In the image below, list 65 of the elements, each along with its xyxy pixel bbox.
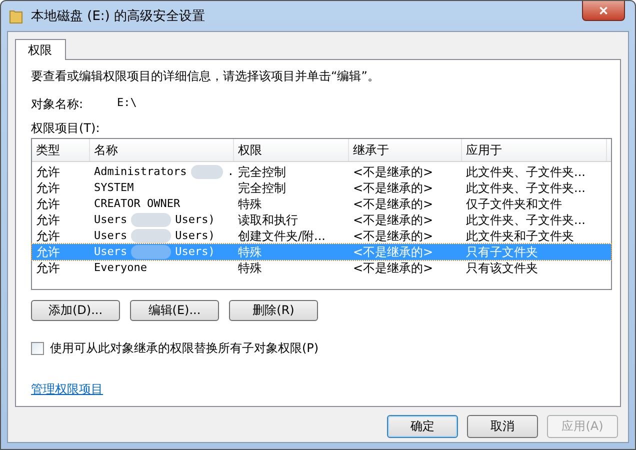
table-cell: 此文件夹和子文件夹 [466,228,574,244]
table-cell: Administrators [94,164,187,180]
table-row[interactable]: 允许 Administrators . 完全控制 <不是继承的> 此文件夹、子文件夹... [32,164,611,180]
object-name-value: E:\ [117,96,137,111]
table-cell: <不是继承的> [353,196,434,212]
table-cell: . [227,164,234,180]
table-cell: <不是继承的> [353,164,434,180]
table-cell: <不是继承的> [353,212,434,228]
table-cell: 完全控制 [238,180,286,196]
table-row[interactable]: 允许 CREATOR OWNER 特殊 <不是继承的> 仅子文件夹和文件 [32,196,611,212]
object-name-label: 对象名称: [31,96,84,113]
manage-link[interactable]: 管理权限项目 [31,381,103,398]
dialog-button[interactable]: 取消 [467,415,538,438]
table-cell: 特殊 [238,260,262,276]
action-button[interactable]: 添加(D)... [31,300,120,321]
table-cell: SYSTEM [94,180,134,196]
table-cell: 只有子文件夹 [466,244,538,260]
action-button[interactable]: 删除(R) [229,300,318,321]
table-cell: Users) [175,244,215,260]
column-header[interactable]: 名称 [90,139,234,161]
column-header[interactable]: 权限 [234,139,349,161]
dialog-button[interactable]: 确定 [387,415,458,438]
table-cell: 允许 [36,212,60,228]
table-cell: <不是继承的> [353,244,434,260]
table-row[interactable]: 允许 Users Users) 创建文件夹/附... <不是继承的> 此文件夹和子文件夹 [32,228,611,244]
table-cell: CREATOR OWNER [94,196,180,212]
folder-icon [9,8,23,24]
table-cell: 此文件夹、子文件夹... [466,180,586,196]
table-cell: <不是继承的> [353,228,434,244]
table-cell: 仅子文件夹和文件 [466,196,562,212]
table-cell: Users [94,244,128,260]
tab[interactable]: 权限 [15,39,66,60]
table-cell: 此文件夹、子文件夹... [466,164,586,180]
table-cell: 特殊 [238,244,262,260]
table-cell: 允许 [36,180,60,196]
column-header[interactable]: 继承于 [349,139,462,161]
table-cell: 允许 [36,196,60,212]
table-row[interactable]: 允许 SYSTEM 完全控制 <不是继承的> 此文件夹、子文件夹... [32,180,611,196]
list-label: 权限项目(T): [31,120,101,137]
table-row[interactable]: 允许 Everyone 特殊 <不是继承的> 只有该文件夹 [32,260,611,276]
table-cell: <不是继承的> [353,180,434,196]
table-cell: Users [94,228,128,244]
table-cell: <不是继承的> [353,260,434,276]
checkbox[interactable] [31,342,44,355]
table-cell: 读取和执行 [238,212,298,228]
table-cell: 完全控制 [238,164,286,180]
column-header[interactable]: 应用于 [462,139,607,161]
table-cell: Users) [175,228,215,244]
checkbox-label: 使用可从此对象继承的权限替换所有子对象权限(P) [50,340,319,357]
table-cell: Everyone [94,260,147,276]
instruction-text: 要查看或编辑权限项目的详细信息，请选择该项目并单击“编辑”。 [31,68,380,85]
table-cell: 允许 [36,228,60,244]
table-cell: 此文件夹、子文件夹... [466,212,586,228]
window-title: 本地磁盘 (E:) 的高级安全设置 [31,8,206,25]
table-cell: 特殊 [238,196,262,212]
table-cell: 创建文件夹/附... [238,228,326,244]
table-cell: 允许 [36,164,60,180]
table-row[interactable]: 允许 Users Users) 读取和执行 <不是继承的> 此文件夹、子文件夹... [32,212,611,228]
table-cell: 只有该文件夹 [466,260,538,276]
table-cell: Users [94,212,128,228]
column-header[interactable]: 类型 [32,139,90,161]
action-button[interactable]: 编辑(E)... [130,300,219,321]
table-cell: 允许 [36,260,60,276]
table-cell: 允许 [36,244,60,260]
table-cell: Users) [175,212,215,228]
